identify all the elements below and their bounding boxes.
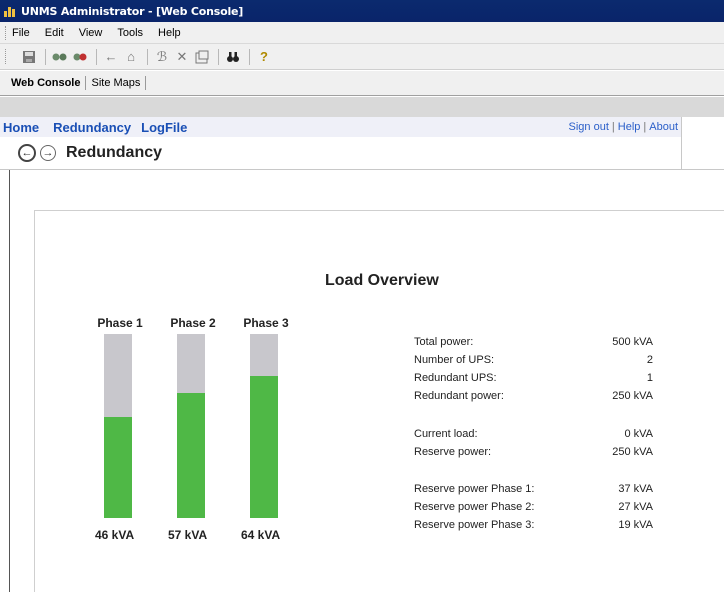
tab-separator <box>145 76 147 90</box>
network-alert-icon[interactable] <box>71 48 89 66</box>
network-icon[interactable] <box>51 48 69 66</box>
nav-logfile-link[interactable]: LogFile <box>141 120 187 135</box>
stat-value-reserve-phase-1: 37 kVA <box>618 483 653 495</box>
stat-value-number-of-ups: 2 <box>646 354 653 366</box>
menu-view[interactable]: View <box>79 27 103 39</box>
stat-label-reserve-phase-1: Reserve power Phase 1: <box>414 483 535 495</box>
window-left-edge <box>9 170 10 592</box>
forward-arrow-icon[interactable]: → <box>40 145 56 161</box>
menu-help[interactable]: Help <box>158 27 181 39</box>
nav-redundancy-link[interactable]: Redundancy <box>53 120 131 135</box>
back-arrow-icon[interactable]: ← <box>18 144 36 162</box>
phase-1-bar <box>104 334 132 518</box>
phase-3-value: 64 kVA <box>241 528 281 542</box>
help-icon[interactable]: ? <box>255 48 273 66</box>
phase-label: Phase 3 <box>243 316 289 330</box>
cut-icon[interactable]: ℬ <box>153 48 171 66</box>
delete-icon[interactable]: ✕ <box>173 48 191 66</box>
save-icon[interactable] <box>20 48 38 66</box>
toolbar-separator <box>249 48 250 65</box>
account-links: Sign out | Help | About <box>569 121 678 133</box>
stat-label-total-power: Total power: <box>414 336 474 348</box>
tab-site-maps[interactable]: Site Maps <box>86 75 145 91</box>
stat-label-current-load: Current load: <box>414 428 478 440</box>
stat-label-reserve-phase-3: Reserve power Phase 3: <box>414 519 535 531</box>
tab-bar: Web Console Site Maps <box>0 71 724 96</box>
stat-value-redundant-power: 250 kVA <box>612 390 653 402</box>
app-icon <box>3 4 17 18</box>
help-link[interactable]: Help <box>618 121 641 133</box>
phase-label: Phase 1 <box>97 316 143 330</box>
stat-label-reserve-power: Reserve power: <box>414 446 492 458</box>
phase-2-value: 57 kVA <box>168 528 208 542</box>
stat-label-redundant-power: Redundant power: <box>414 390 504 402</box>
phase-1-bar-fill <box>104 417 132 518</box>
phase-2-label-wrap: Phase 2 <box>163 316 223 330</box>
window-title: UNMS Administrator - [Web Console] <box>21 4 244 18</box>
toolbar-separator <box>218 48 219 65</box>
stat-value-reserve-phase-2: 27 kVA <box>618 501 653 513</box>
phase-1-label-wrap: Phase 1 <box>90 316 150 330</box>
load-overview-title: Load Overview <box>325 272 439 289</box>
stat-label-reserve-phase-2: Reserve power Phase 2: <box>414 501 535 513</box>
header-divider <box>681 117 682 169</box>
toolbar-separator <box>96 48 97 65</box>
phase-label: Phase 2 <box>170 316 216 330</box>
back-icon[interactable]: ← <box>102 48 120 66</box>
toolbar: ← ⌂ ℬ ✕ ? <box>0 44 724 70</box>
stat-value-reserve-phase-3: 19 kVA <box>618 519 653 531</box>
stat-label-number-of-ups: Number of UPS: <box>414 354 495 366</box>
about-link[interactable]: About <box>649 121 678 133</box>
menubar-grip[interactable] <box>5 26 7 40</box>
toolbar-separator <box>147 48 148 65</box>
link-separator: | <box>611 121 615 133</box>
web-nav-bar: Home Redundancy LogFile Sign out | Help | Ab… <box>0 117 681 137</box>
tab-web-console[interactable]: Web Console <box>6 75 85 91</box>
nav-home-link[interactable]: Home <box>3 120 39 135</box>
phase-1-value: 46 kVA <box>95 528 135 542</box>
stat-value-redundant-ups: 1 <box>646 372 653 384</box>
properties-icon[interactable] <box>193 48 211 66</box>
stat-value-reserve-power: 250 kVA <box>612 446 653 458</box>
title-bar: UNMS Administrator - [Web Console] <box>0 0 724 22</box>
content-top-strip <box>0 97 724 117</box>
stat-value-current-load: 0 kVA <box>624 428 653 440</box>
home-icon[interactable]: ⌂ <box>122 48 140 66</box>
toolbar-grip[interactable] <box>5 49 7 64</box>
find-icon[interactable] <box>224 48 242 66</box>
phase-2-bar <box>177 334 205 518</box>
menu-file[interactable]: File <box>12 27 30 39</box>
phase-2-bar-fill <box>177 393 205 518</box>
stat-label-redundant-ups: Redundant UPS: <box>414 372 497 384</box>
header-rule <box>0 169 724 170</box>
toolbar-separator <box>45 48 46 65</box>
page-title: Redundancy <box>66 144 163 161</box>
sign-out-link[interactable]: Sign out <box>569 121 609 133</box>
page-header: ← → Redundancy <box>0 138 681 168</box>
menu-tools[interactable]: Tools <box>117 27 143 39</box>
stat-value-total-power: 500 kVA <box>612 336 653 348</box>
link-separator: | <box>643 121 647 133</box>
menu-edit[interactable]: Edit <box>45 27 64 39</box>
phase-3-label-wrap: Phase 3 <box>236 316 296 330</box>
phase-3-bar <box>250 334 278 518</box>
menu-bar: File Edit View Tools Help <box>0 22 724 44</box>
phase-3-bar-fill <box>250 376 278 518</box>
